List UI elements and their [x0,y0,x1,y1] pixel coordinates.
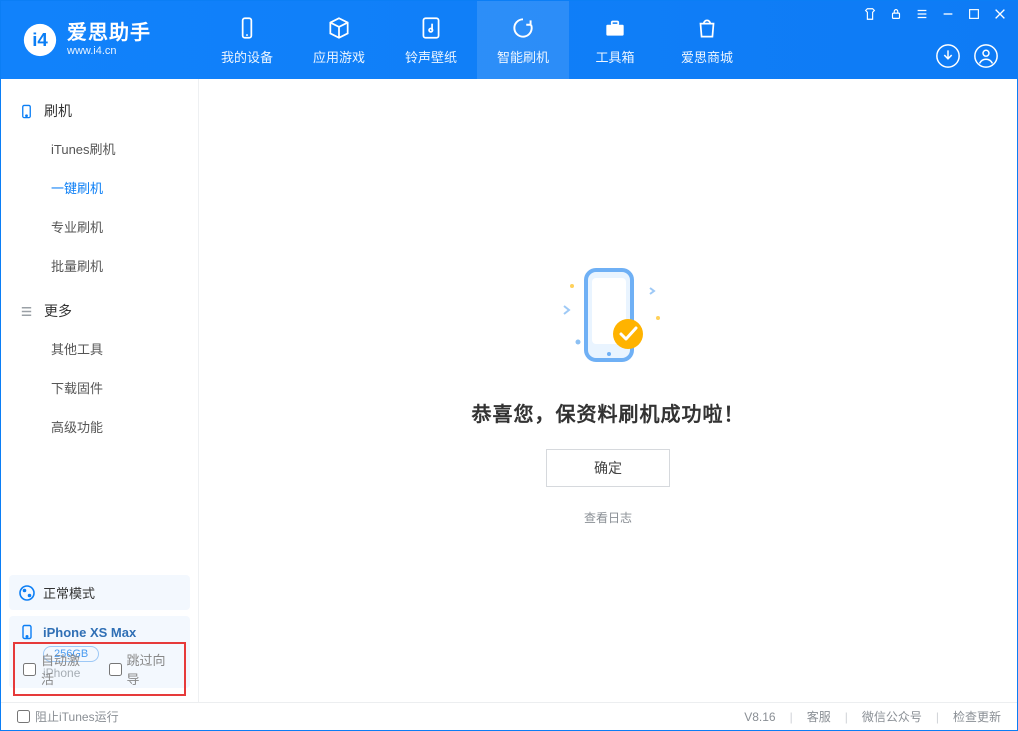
mode-icon [19,585,35,601]
app-name: 爱思助手 [67,22,151,45]
sidebar-item-other-tools[interactable]: 其他工具 [1,329,198,368]
mode-card[interactable]: 正常模式 [9,575,190,610]
svg-text:i4: i4 [32,29,48,50]
music-file-icon [418,15,444,41]
separator: | [845,710,848,724]
option-auto-activate[interactable]: 自动激活 [23,650,91,688]
menu-icon[interactable] [915,7,929,21]
nav-my-device[interactable]: 我的设备 [201,1,293,79]
device-name: iPhone XS Max [43,625,136,640]
list-icon [19,304,34,319]
toolbox-icon [602,15,628,41]
flash-options-highlight: 自动激活 跳过向导 [13,642,186,696]
sidebar-item-pro-flash[interactable]: 专业刷机 [1,207,198,246]
sidebar: 刷机 iTunes刷机 一键刷机 专业刷机 批量刷机 更多 其他工具 下载固件 … [1,79,199,702]
auto-activate-checkbox[interactable] [23,663,36,676]
sidebar-item-advanced[interactable]: 高级功能 [1,407,198,446]
option-label: 自动激活 [41,650,91,688]
device-small-icon [19,624,35,640]
header-right [863,1,1017,79]
user-circle-icon[interactable] [973,43,999,69]
block-itunes-checkbox[interactable] [17,710,30,723]
footer: 阻止iTunes运行 V8.16 | 客服 | 微信公众号 | 检查更新 [1,702,1017,730]
window-controls [863,7,1007,21]
bag-icon [694,15,720,41]
success-illustration [528,256,688,376]
option-label: 跳过向导 [127,650,177,688]
phone-icon [19,104,34,119]
app-logo-icon: i4 [23,23,57,57]
skip-wizard-checkbox[interactable] [109,663,122,676]
block-itunes-option[interactable]: 阻止iTunes运行 [17,708,119,725]
sidebar-group-title: 刷机 [44,101,72,121]
lock-icon[interactable] [889,7,903,21]
block-itunes-label: 阻止iTunes运行 [35,708,119,725]
shirt-icon[interactable] [863,7,877,21]
sidebar-item-download-fw[interactable]: 下载固件 [1,368,198,407]
maximize-icon[interactable] [967,7,981,21]
content-area: 恭喜您，保资料刷机成功啦！ 确定 查看日志 [199,79,1017,702]
nav-smart-flash[interactable]: 智能刷机 [477,1,569,79]
nav-apps-games[interactable]: 应用游戏 [293,1,385,79]
option-skip-wizard[interactable]: 跳过向导 [109,650,177,688]
cube-icon [326,15,352,41]
separator: | [936,710,939,724]
view-log-link[interactable]: 查看日志 [584,509,632,526]
sidebar-item-batch-flash[interactable]: 批量刷机 [1,246,198,285]
sidebar-item-itunes-flash[interactable]: iTunes刷机 [1,129,198,168]
success-title: 恭喜您，保资料刷机成功啦！ [472,398,745,427]
sidebar-group-flash: 刷机 [1,93,198,129]
refresh-shield-icon [510,15,536,41]
nav-label: 我的设备 [221,47,273,66]
version-label: V8.16 [744,710,775,724]
mode-card-label: 正常模式 [43,583,95,602]
close-icon[interactable] [993,7,1007,21]
nav-ringtones[interactable]: 铃声壁纸 [385,1,477,79]
footer-link-support[interactable]: 客服 [807,708,831,725]
device-icon [234,15,260,41]
minimize-icon[interactable] [941,7,955,21]
logo-block: i4 爱思助手 www.i4.cn [1,1,201,79]
nav-label: 爱思商城 [681,47,733,66]
nav-toolbox[interactable]: 工具箱 [569,1,661,79]
nav-label: 工具箱 [595,47,634,66]
footer-link-update[interactable]: 检查更新 [953,708,1001,725]
app-url: www.i4.cn [67,45,151,58]
sidebar-group-title: 更多 [44,301,72,321]
sidebar-item-oneclick-flash[interactable]: 一键刷机 [1,168,198,207]
download-circle-icon[interactable] [935,43,961,69]
ok-button[interactable]: 确定 [546,449,670,487]
top-nav: 我的设备 应用游戏 铃声壁纸 智能刷机 工具箱 爱思商城 [201,1,753,79]
sidebar-group-more: 更多 [1,293,198,329]
nav-label: 智能刷机 [497,47,549,66]
footer-link-wechat[interactable]: 微信公众号 [862,708,922,725]
nav-store[interactable]: 爱思商城 [661,1,753,79]
header: i4 爱思助手 www.i4.cn 我的设备 应用游戏 铃声壁纸 智能刷机 工具… [1,1,1017,79]
nav-label: 应用游戏 [313,47,365,66]
nav-label: 铃声壁纸 [405,47,457,66]
separator: | [790,710,793,724]
